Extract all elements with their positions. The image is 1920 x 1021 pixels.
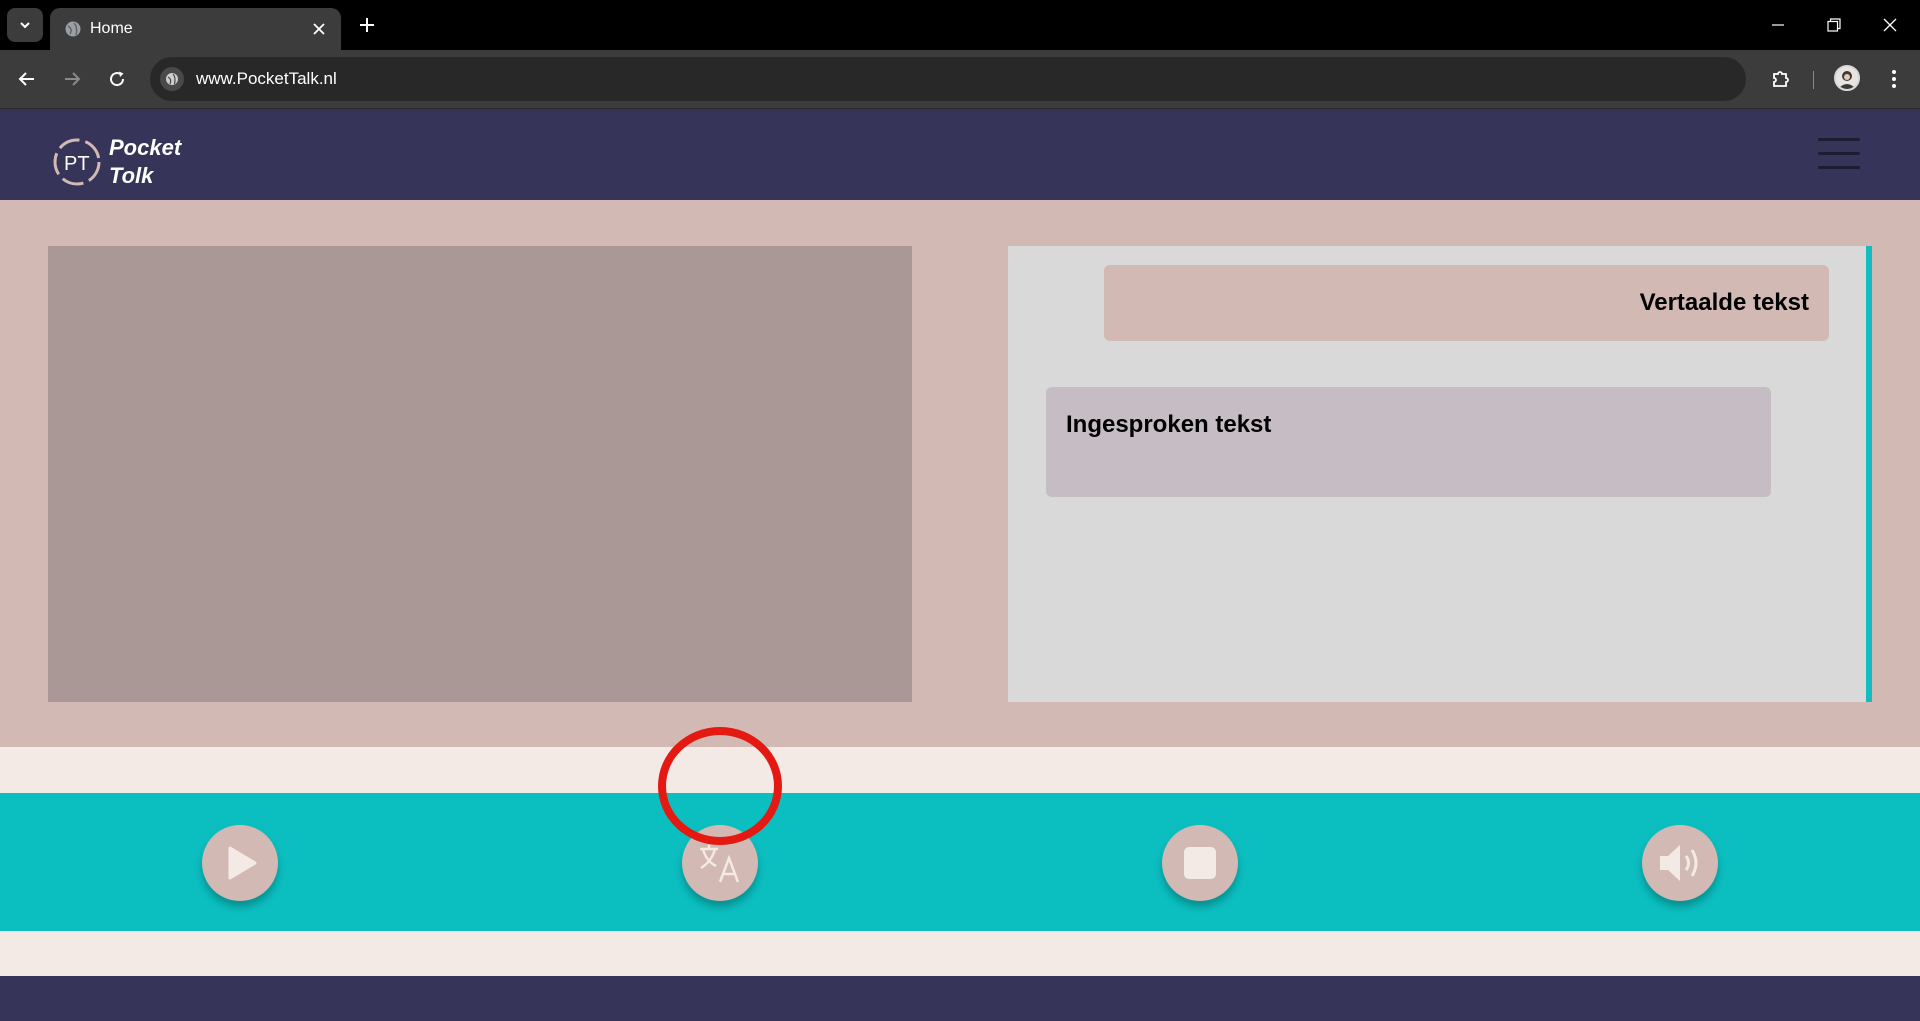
reload-icon: [110, 71, 125, 87]
plus-icon: [360, 18, 374, 32]
browser-tab-strip: Home: [0, 0, 1920, 50]
play-icon: [228, 846, 257, 880]
translated-text-bubble: Vertaalde tekst: [1104, 265, 1829, 341]
avatar-icon: [1838, 71, 1856, 89]
logo-line-1: Pocket: [109, 135, 182, 160]
hamburger-line: [1818, 138, 1860, 141]
browser-menu-button[interactable]: [1878, 63, 1910, 95]
chat-panel: Vertaalde tekst Ingesproken tekst: [1008, 246, 1872, 702]
hamburger-line: [1818, 152, 1860, 155]
arrow-left-icon: [18, 72, 34, 86]
controls-bar: [0, 793, 1920, 931]
new-tab-button[interactable]: [352, 10, 382, 40]
restore-button[interactable]: [1806, 0, 1862, 50]
video-area: [48, 246, 912, 702]
url-text: www.PocketTalk.nl: [196, 69, 337, 88]
translate-icon: [700, 845, 740, 883]
logo-text: Pocket Tolk: [109, 134, 181, 190]
chevron-down-icon: [20, 22, 30, 29]
divider-strip: [0, 747, 1920, 793]
close-icon: [313, 23, 325, 35]
address-bar[interactable]: www.PocketTalk.nl: [150, 57, 1746, 101]
globe-icon: [65, 21, 81, 37]
restore-icon: [1827, 18, 1841, 32]
stop-button[interactable]: [1162, 825, 1238, 901]
tab-search-button[interactable]: [7, 8, 43, 42]
site-info-button[interactable]: [160, 67, 184, 91]
hamburger-line: [1818, 166, 1860, 169]
minimize-icon: [1772, 24, 1784, 26]
divider-strip: [0, 931, 1920, 976]
tab-title: Home: [90, 20, 133, 37]
minimize-button[interactable]: [1750, 0, 1806, 50]
volume-icon: [1660, 845, 1698, 881]
puzzle-icon: [1773, 71, 1789, 87]
translated-text: Vertaalde tekst: [1639, 289, 1809, 316]
page-content: PT Pocket Tolk Vertaalde tekst Ingesprok…: [0, 109, 1920, 1021]
stop-icon: [1184, 847, 1216, 879]
browser-toolbar: www.PocketTalk.nl: [0, 50, 1920, 109]
profile-avatar[interactable]: [1834, 65, 1860, 91]
browser-tab-home[interactable]: Home: [50, 8, 341, 50]
logo-mark-icon: PT: [53, 138, 101, 186]
volume-button[interactable]: [1642, 825, 1718, 901]
back-button[interactable]: [11, 63, 43, 95]
highlight-ring: [658, 727, 782, 845]
logo-line-2: Tolk: [109, 163, 154, 188]
toolbar-separator: [1813, 71, 1814, 89]
play-button[interactable]: [202, 825, 278, 901]
reload-button[interactable]: [101, 63, 133, 95]
spoken-text: Ingesproken tekst: [1066, 411, 1272, 438]
window-close-button[interactable]: [1862, 0, 1918, 50]
more-vertical-icon: [1892, 70, 1896, 88]
tab-close-button[interactable]: [307, 17, 331, 41]
arrow-right-icon: [65, 72, 81, 86]
hamburger-menu-button[interactable]: [1818, 136, 1860, 172]
extensions-button[interactable]: [1765, 63, 1797, 95]
site-footer: [0, 976, 1920, 1021]
close-icon: [1883, 18, 1897, 32]
spoken-text-bubble: Ingesproken tekst: [1046, 387, 1771, 497]
forward-button[interactable]: [56, 63, 88, 95]
site-info-icon: [166, 73, 178, 85]
logo[interactable]: PT Pocket Tolk: [52, 129, 212, 188]
site-header: PT Pocket Tolk: [0, 109, 1920, 200]
logo-mark-text: PT: [64, 153, 90, 175]
